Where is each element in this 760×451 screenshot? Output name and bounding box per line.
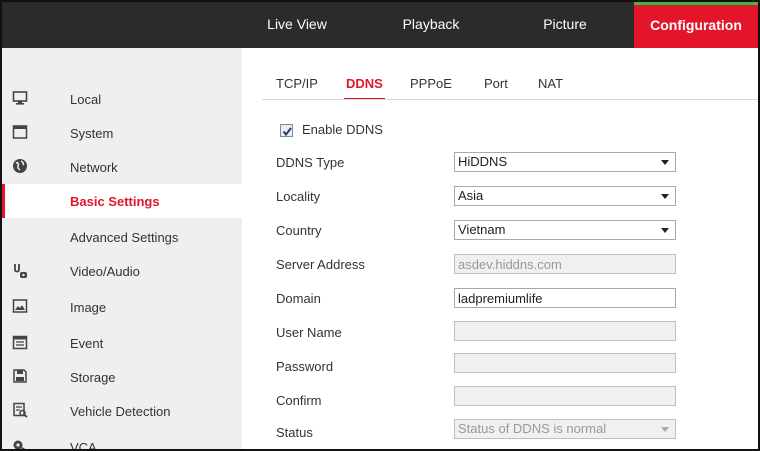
sidebar-item-event[interactable]: Event	[2, 326, 242, 360]
network-subtabs: TCP/IP DDNS PPPoE Port NAT	[242, 48, 758, 100]
status-select[interactable]: Status of DDNS is normal	[454, 419, 676, 439]
sidebar-item-label: Image	[70, 300, 107, 315]
server-address-input[interactable]	[454, 254, 676, 274]
sidebar-item-label: Local	[70, 92, 102, 107]
password-input[interactable]	[454, 353, 676, 373]
user-name-input[interactable]	[454, 321, 676, 341]
sidebar: Local System Network Basic Settings Adva…	[2, 48, 242, 451]
ddns-type-label: DDNS Type	[276, 155, 345, 170]
sidebar-item-label: Basic Settings	[70, 194, 160, 209]
monitor-icon	[12, 90, 28, 106]
sidebar-item-label: Advanced Settings	[70, 230, 179, 245]
vehicle-detection-icon	[12, 402, 28, 418]
sidebar-item-label: Event	[70, 336, 104, 351]
sidebar-item-local[interactable]: Local	[2, 82, 242, 116]
sidebar-item-label: Storage	[70, 370, 116, 385]
sidebar-item-image[interactable]: Image	[2, 290, 242, 324]
tab-divider	[262, 99, 758, 100]
calendar-icon	[12, 334, 28, 350]
sidebar-item-system[interactable]: System	[2, 116, 242, 150]
main-content: TCP/IP DDNS PPPoE Port NAT Enable DDNS D…	[242, 48, 758, 449]
video-audio-icon	[12, 262, 28, 278]
status-label: Status	[276, 425, 313, 440]
sidebar-item-advanced-settings[interactable]: Advanced Settings	[2, 220, 242, 254]
tab-pppoe[interactable]: PPPoE	[410, 76, 452, 91]
locality-select[interactable]: Asia	[454, 186, 676, 206]
password-label: Password	[276, 359, 334, 374]
sidebar-item-label: Video/Audio	[70, 264, 140, 279]
status-value: Status of DDNS is normal	[458, 421, 607, 436]
image-icon	[12, 298, 28, 314]
chevron-down-icon	[661, 228, 669, 233]
tab-playback[interactable]: Playback	[386, 2, 476, 48]
top-navigation: Live View Playback Picture Configuration	[2, 2, 758, 48]
sidebar-item-network[interactable]: Network	[2, 150, 242, 184]
sidebar-item-video-audio[interactable]: Video/Audio	[2, 254, 242, 288]
locality-value: Asia	[458, 188, 484, 203]
ddns-type-value: HiDDNS	[458, 154, 508, 169]
sidebar-item-basic-settings[interactable]: Basic Settings	[2, 184, 242, 218]
sidebar-item-label: Network	[70, 160, 118, 175]
enable-ddns-label: Enable DDNS	[302, 122, 383, 137]
sidebar-item-label: Vehicle Detection	[70, 404, 171, 419]
domain-label: Domain	[276, 291, 321, 306]
checkmark-icon	[282, 127, 292, 137]
sidebar-item-vehicle-detection[interactable]: Vehicle Detection	[2, 394, 242, 428]
confirm-label: Confirm	[276, 393, 322, 408]
chevron-down-icon	[661, 160, 669, 165]
system-icon	[12, 124, 28, 140]
locality-label: Locality	[276, 189, 321, 204]
storage-icon	[12, 368, 28, 384]
tab-nat[interactable]: NAT	[538, 76, 563, 91]
app-window: Live View Playback Picture Configuration…	[0, 0, 760, 451]
sidebar-item-label: System	[70, 126, 114, 141]
vca-icon	[12, 438, 28, 449]
tab-ddns[interactable]: DDNS	[344, 76, 385, 100]
ddns-type-select[interactable]: HiDDNS	[454, 152, 676, 172]
chevron-down-icon	[661, 194, 669, 199]
tab-live-view[interactable]: Live View	[252, 2, 342, 48]
chevron-down-icon	[661, 427, 669, 432]
domain-input[interactable]	[454, 288, 676, 308]
tab-picture[interactable]: Picture	[520, 2, 610, 48]
tab-port[interactable]: Port	[484, 76, 508, 91]
country-value: Vietnam	[458, 222, 506, 237]
globe-icon	[12, 158, 28, 174]
tab-tcp-ip[interactable]: TCP/IP	[276, 76, 318, 91]
confirm-input[interactable]	[454, 386, 676, 406]
user-name-label: User Name	[276, 325, 342, 340]
sidebar-item-vca[interactable]: VCA	[2, 430, 242, 451]
sidebar-item-label: VCA	[70, 440, 97, 451]
tab-configuration[interactable]: Configuration	[634, 2, 758, 48]
server-address-label: Server Address	[276, 257, 365, 272]
sidebar-item-storage[interactable]: Storage	[2, 360, 242, 394]
enable-ddns-checkbox[interactable]	[280, 124, 293, 137]
country-label: Country	[276, 223, 322, 238]
country-select[interactable]: Vietnam	[454, 220, 676, 240]
